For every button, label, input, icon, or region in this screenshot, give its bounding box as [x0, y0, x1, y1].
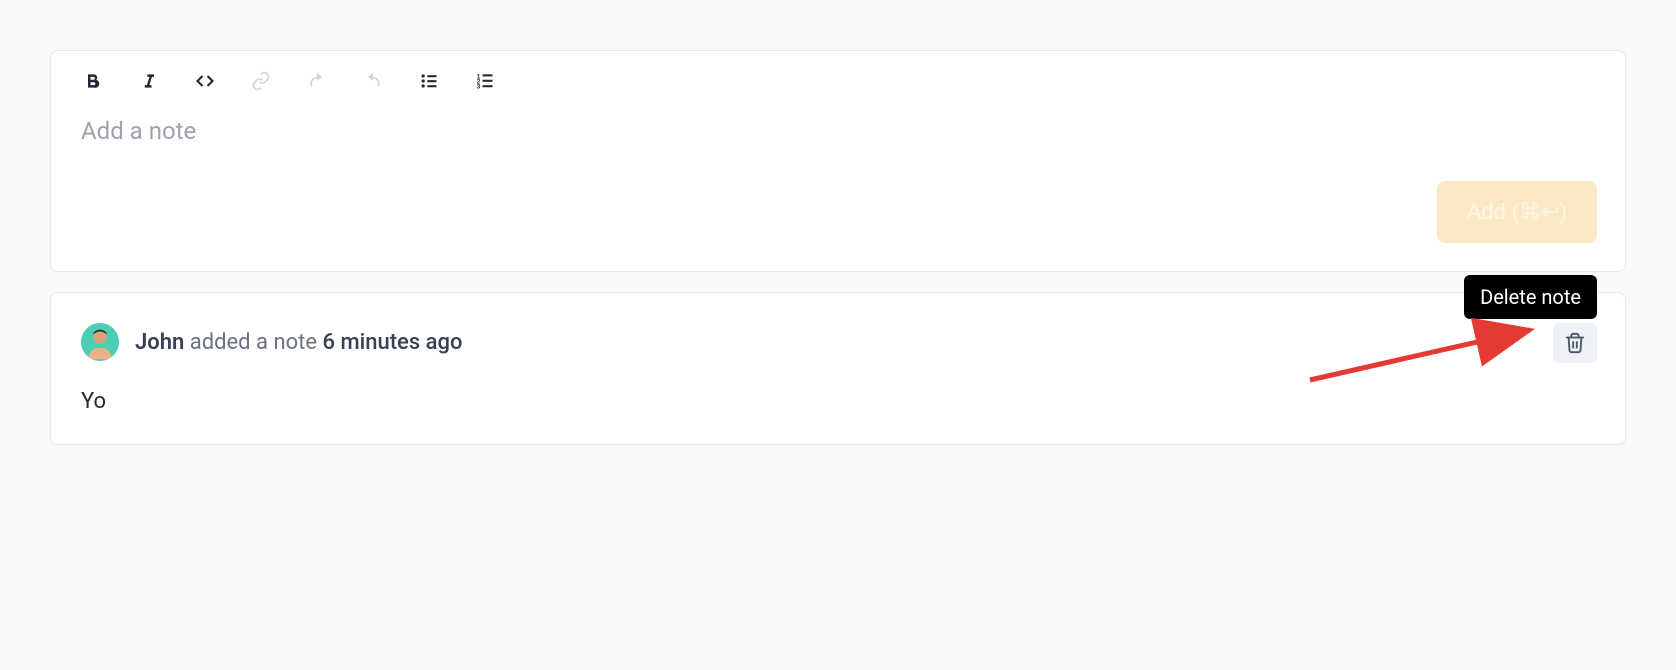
- svg-text:3: 3: [477, 84, 481, 91]
- note-editor-card: 123 Add a note Add (⌘↩): [50, 50, 1626, 272]
- add-button-label: Add: [1467, 199, 1506, 225]
- italic-button[interactable]: [137, 69, 161, 93]
- bullet-list-button[interactable]: [417, 69, 441, 93]
- trash-icon: [1564, 332, 1586, 354]
- add-button-shortcut: (⌘↩): [1512, 199, 1567, 225]
- note-header: John added a note 6 minutes ago: [81, 323, 1595, 361]
- note-author: John: [135, 330, 184, 355]
- undo-button[interactable]: [305, 69, 329, 93]
- editor-placeholder: Add a note: [81, 117, 196, 145]
- note-item: Delete note John added a note 6 minutes …: [50, 292, 1626, 445]
- delete-note-button[interactable]: [1553, 323, 1597, 363]
- editor-toolbar: 123: [51, 51, 1625, 101]
- note-textarea[interactable]: Add a note: [51, 101, 1625, 271]
- note-content: Yo: [81, 389, 1595, 414]
- undo-icon: [307, 71, 327, 91]
- add-note-button[interactable]: Add (⌘↩): [1437, 181, 1597, 243]
- note-timestamp: 6 minutes ago: [323, 330, 463, 355]
- bold-button[interactable]: [81, 69, 105, 93]
- numbered-list-button[interactable]: 123: [473, 69, 497, 93]
- bullet-list-icon: [419, 71, 439, 91]
- redo-icon: [363, 71, 383, 91]
- link-icon: [251, 71, 271, 91]
- italic-icon: [139, 71, 159, 91]
- avatar-icon: [81, 323, 119, 361]
- link-button[interactable]: [249, 69, 273, 93]
- redo-button[interactable]: [361, 69, 385, 93]
- delete-tooltip: Delete note: [1464, 275, 1597, 319]
- note-action: added a note: [184, 330, 322, 355]
- note-meta: John added a note 6 minutes ago: [135, 330, 462, 355]
- avatar: [81, 323, 119, 361]
- numbered-list-icon: 123: [475, 71, 495, 91]
- code-icon: [195, 71, 215, 91]
- bold-icon: [83, 71, 103, 91]
- code-button[interactable]: [193, 69, 217, 93]
